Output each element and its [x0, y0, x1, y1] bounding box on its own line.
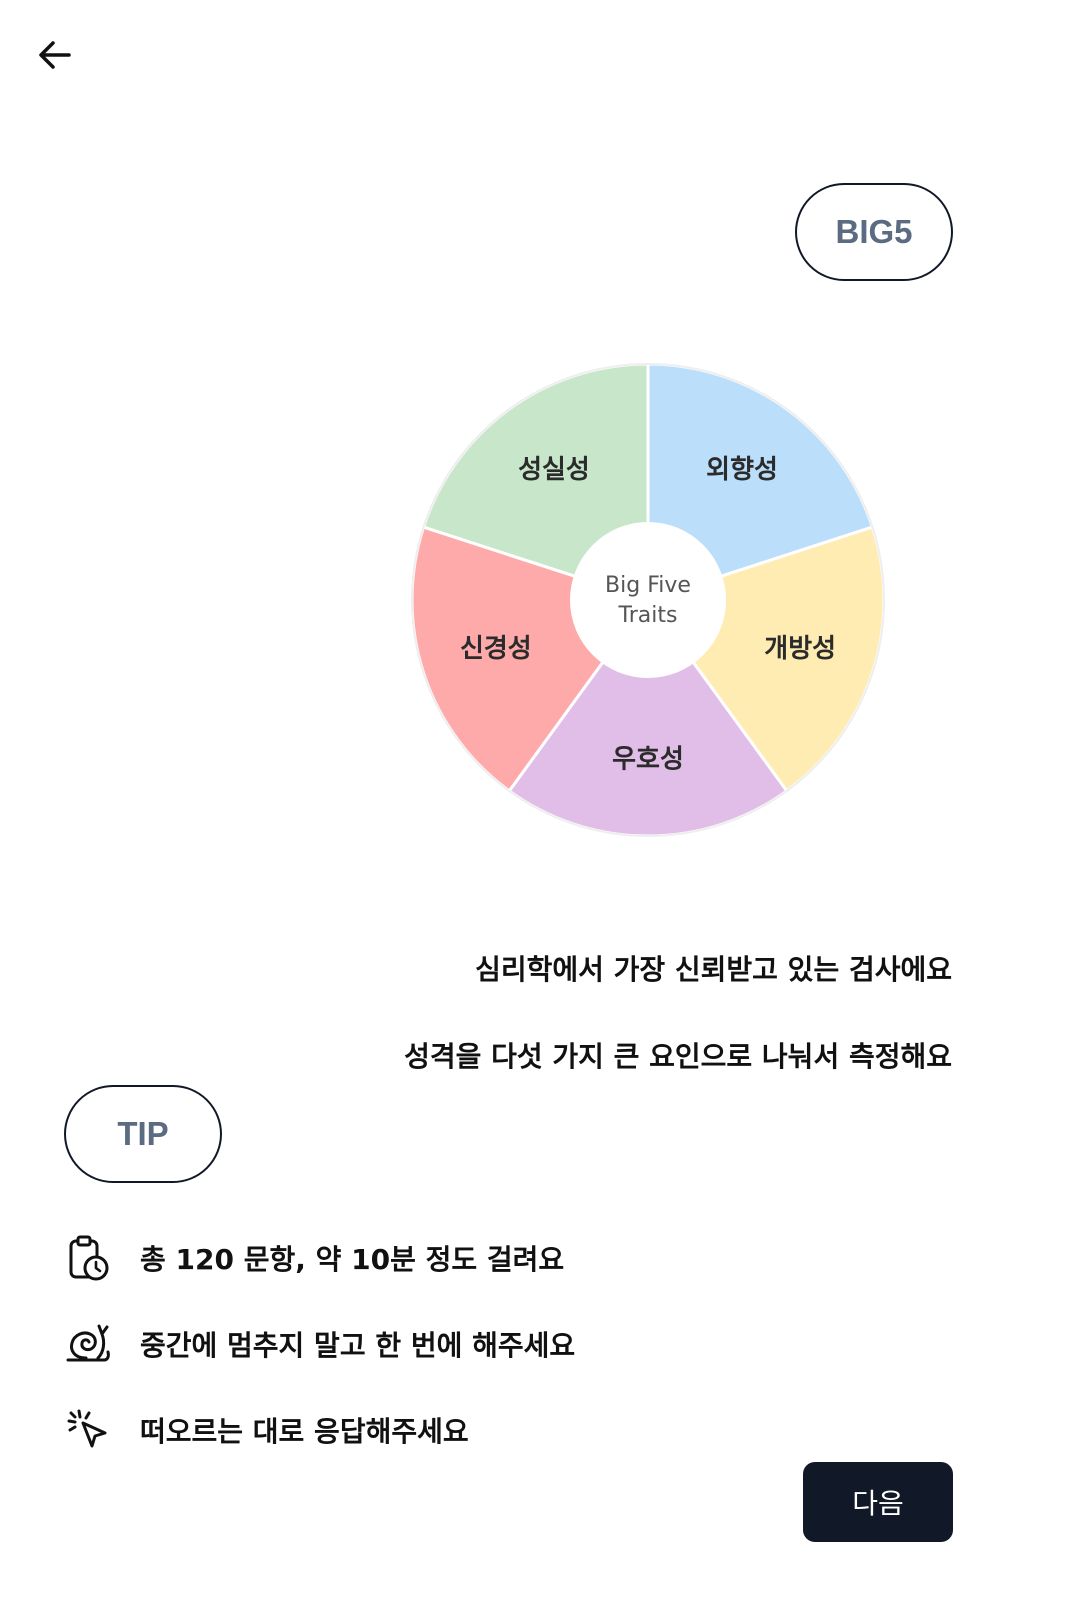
next-button[interactable]: 다음	[803, 1462, 953, 1542]
wheel-segment-label: 외향성	[706, 455, 778, 485]
tip-item-label: 중간에 멈추지 말고 한 번에 해주세요	[140, 1329, 576, 1362]
snail-icon	[64, 1320, 112, 1368]
tip-badge: TIP	[64, 1085, 222, 1183]
back-button[interactable]	[30, 30, 80, 80]
tip-item-duration: 총 120 문항, 약 10분 정도 걸려요	[64, 1234, 564, 1282]
cursor-click-icon	[64, 1406, 112, 1454]
wheel-segment-label: 개방성	[764, 634, 836, 664]
arrow-left-icon	[39, 41, 71, 69]
wheel-center-label-line1: Big Five	[605, 573, 691, 598]
tip-item-label: 떠오르는 대로 응답해주세요	[140, 1415, 469, 1448]
description-line-1: 심리학에서 가장 신뢰받고 있는 검사에요	[475, 953, 952, 986]
wheel-segment-label: 우호성	[612, 745, 684, 775]
big-five-wheel: 외향성개방성우호성 신경성 성실성 Big Five Traits	[410, 362, 886, 838]
clipboard-clock-icon	[64, 1234, 112, 1282]
wheel-segment-label: 성실성	[518, 455, 590, 485]
wheel-center-label-line2: Traits	[618, 603, 678, 628]
description-line-2: 성격을 다섯 가지 큰 요인으로 나눠서 측정해요	[404, 1040, 952, 1073]
tip-item-label: 총 120 문항, 약 10분 정도 걸려요	[140, 1243, 565, 1276]
tip-item-no-pause: 중간에 멈추지 말고 한 번에 해주세요	[64, 1320, 575, 1368]
wheel-segment-label: 신경성	[460, 634, 532, 664]
tip-item-intuition: 떠오르는 대로 응답해주세요	[64, 1406, 469, 1454]
wheel-center	[570, 522, 726, 678]
big5-badge: BIG5	[795, 183, 953, 281]
